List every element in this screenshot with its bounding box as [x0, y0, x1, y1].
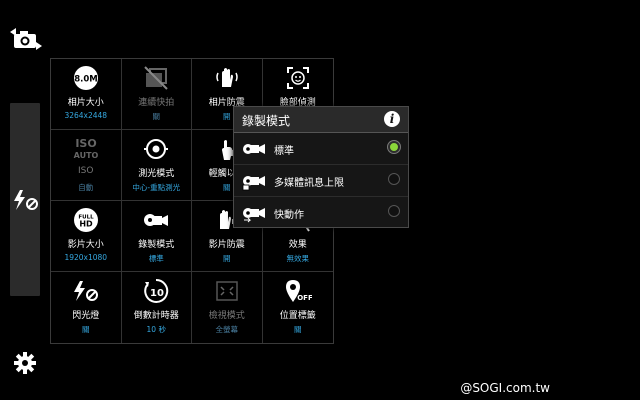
setting-label: 影片大小	[67, 240, 104, 250]
setting-value: 自動	[78, 183, 94, 192]
info-icon[interactable]: i	[384, 111, 400, 127]
setting-value: 1920x1080	[64, 253, 108, 262]
setting-label: 閃光燈	[72, 311, 100, 321]
switch-camera-icon	[10, 28, 42, 50]
setting-value: 中心-重點測光	[132, 183, 181, 192]
gear-icon	[14, 352, 36, 374]
setting-video-size[interactable]: FULL HD 影片大小 1920x1080	[51, 201, 122, 272]
setting-label: 位置標籤	[279, 311, 316, 321]
setting-value: 標準	[148, 254, 164, 263]
setting-label: 測光模式	[138, 169, 175, 179]
svg-text:HD: HD	[79, 220, 93, 229]
setting-label: 影片防震	[208, 240, 245, 250]
setting-iso[interactable]: ISO AUTO ISO 自動	[51, 130, 122, 201]
setting-label: 檢視模式	[208, 311, 245, 321]
anti-shake-hand-icon	[216, 68, 238, 87]
setting-timer[interactable]: 10 倒數計時器 10 秒	[122, 272, 192, 343]
svg-text:10: 10	[150, 288, 164, 299]
setting-label: 連續快拍	[138, 98, 175, 108]
photo-size-8m-icon: 8.0M	[73, 66, 98, 90]
location-tag-off-icon: OFF	[285, 280, 312, 302]
flash-off-icon	[73, 281, 98, 301]
radio-button[interactable]	[388, 205, 400, 217]
switch-camera-button[interactable]	[8, 26, 44, 52]
recording-mode-popup: 錄製模式 i 標準 多媒體訊息上限 快動作	[233, 106, 409, 228]
option-fast-motion[interactable]: 快動作	[234, 197, 408, 228]
setting-value: 關	[294, 325, 302, 334]
setting-burst-shot[interactable]: 連續快拍 關	[121, 59, 192, 130]
setting-value: 全螢幕	[215, 325, 239, 334]
option-mms-limit[interactable]: 多媒體訊息上限	[234, 165, 408, 197]
flash-off-icon	[14, 190, 38, 210]
settings-button[interactable]	[12, 350, 38, 376]
setting-value: 3264x2448	[64, 111, 108, 120]
burst-shot-icon	[144, 66, 168, 90]
setting-view-mode[interactable]: 檢視模式 全螢幕	[192, 272, 263, 343]
setting-label: 效果	[288, 240, 307, 250]
metering-icon	[144, 139, 169, 159]
setting-photo-size[interactable]: 8.0M 相片大小 3264x2448	[51, 59, 122, 130]
svg-text:AUTO: AUTO	[73, 151, 98, 160]
setting-label: ISO	[78, 166, 94, 176]
view-mode-icon	[216, 281, 238, 301]
setting-metering[interactable]: 測光模式 中心-重點測光	[121, 130, 192, 201]
setting-value: 開	[223, 254, 231, 263]
video-standard-icon	[243, 144, 265, 154]
radio-button-selected[interactable]	[388, 141, 400, 153]
option-standard[interactable]: 標準	[234, 133, 408, 165]
timer-10-icon: 10	[144, 278, 169, 303]
popup-title: 錄製模式	[242, 114, 291, 128]
popup-header: 錄製模式 i	[234, 107, 408, 133]
recording-mode-icon	[144, 214, 169, 226]
watermark: @SOGI.com.tw	[460, 381, 550, 395]
svg-text:ISO: ISO	[75, 137, 96, 150]
iso-auto-icon: ISOAUTO	[73, 137, 98, 160]
option-label: 標準	[274, 146, 294, 157]
setting-label: 相片大小	[67, 98, 104, 108]
radio-button[interactable]	[388, 173, 400, 185]
setting-label: 錄製模式	[138, 240, 175, 250]
setting-label: 倒數計時器	[133, 311, 179, 321]
svg-text:OFF: OFF	[297, 294, 312, 302]
setting-value: 關	[152, 112, 161, 121]
flash-button[interactable]	[12, 188, 40, 212]
setting-recording-mode[interactable]: 錄製模式 標準	[121, 201, 192, 272]
option-label: 多媒體訊息上限	[274, 178, 344, 189]
video-fast-motion-icon	[243, 208, 265, 223]
setting-value: 關	[82, 325, 90, 334]
setting-value: 10 秒	[146, 325, 166, 334]
option-label: 快動作	[274, 210, 304, 221]
face-detection-icon	[286, 67, 309, 89]
setting-flash[interactable]: 閃光燈 關	[51, 272, 122, 343]
setting-location-tag[interactable]: OFF 位置標籤 關	[263, 272, 334, 343]
svg-text:8.0M: 8.0M	[74, 75, 98, 85]
video-size-fullhd-icon: FULLHD	[73, 208, 98, 232]
video-mms-icon	[242, 176, 265, 191]
setting-value: 無效果	[286, 254, 310, 263]
